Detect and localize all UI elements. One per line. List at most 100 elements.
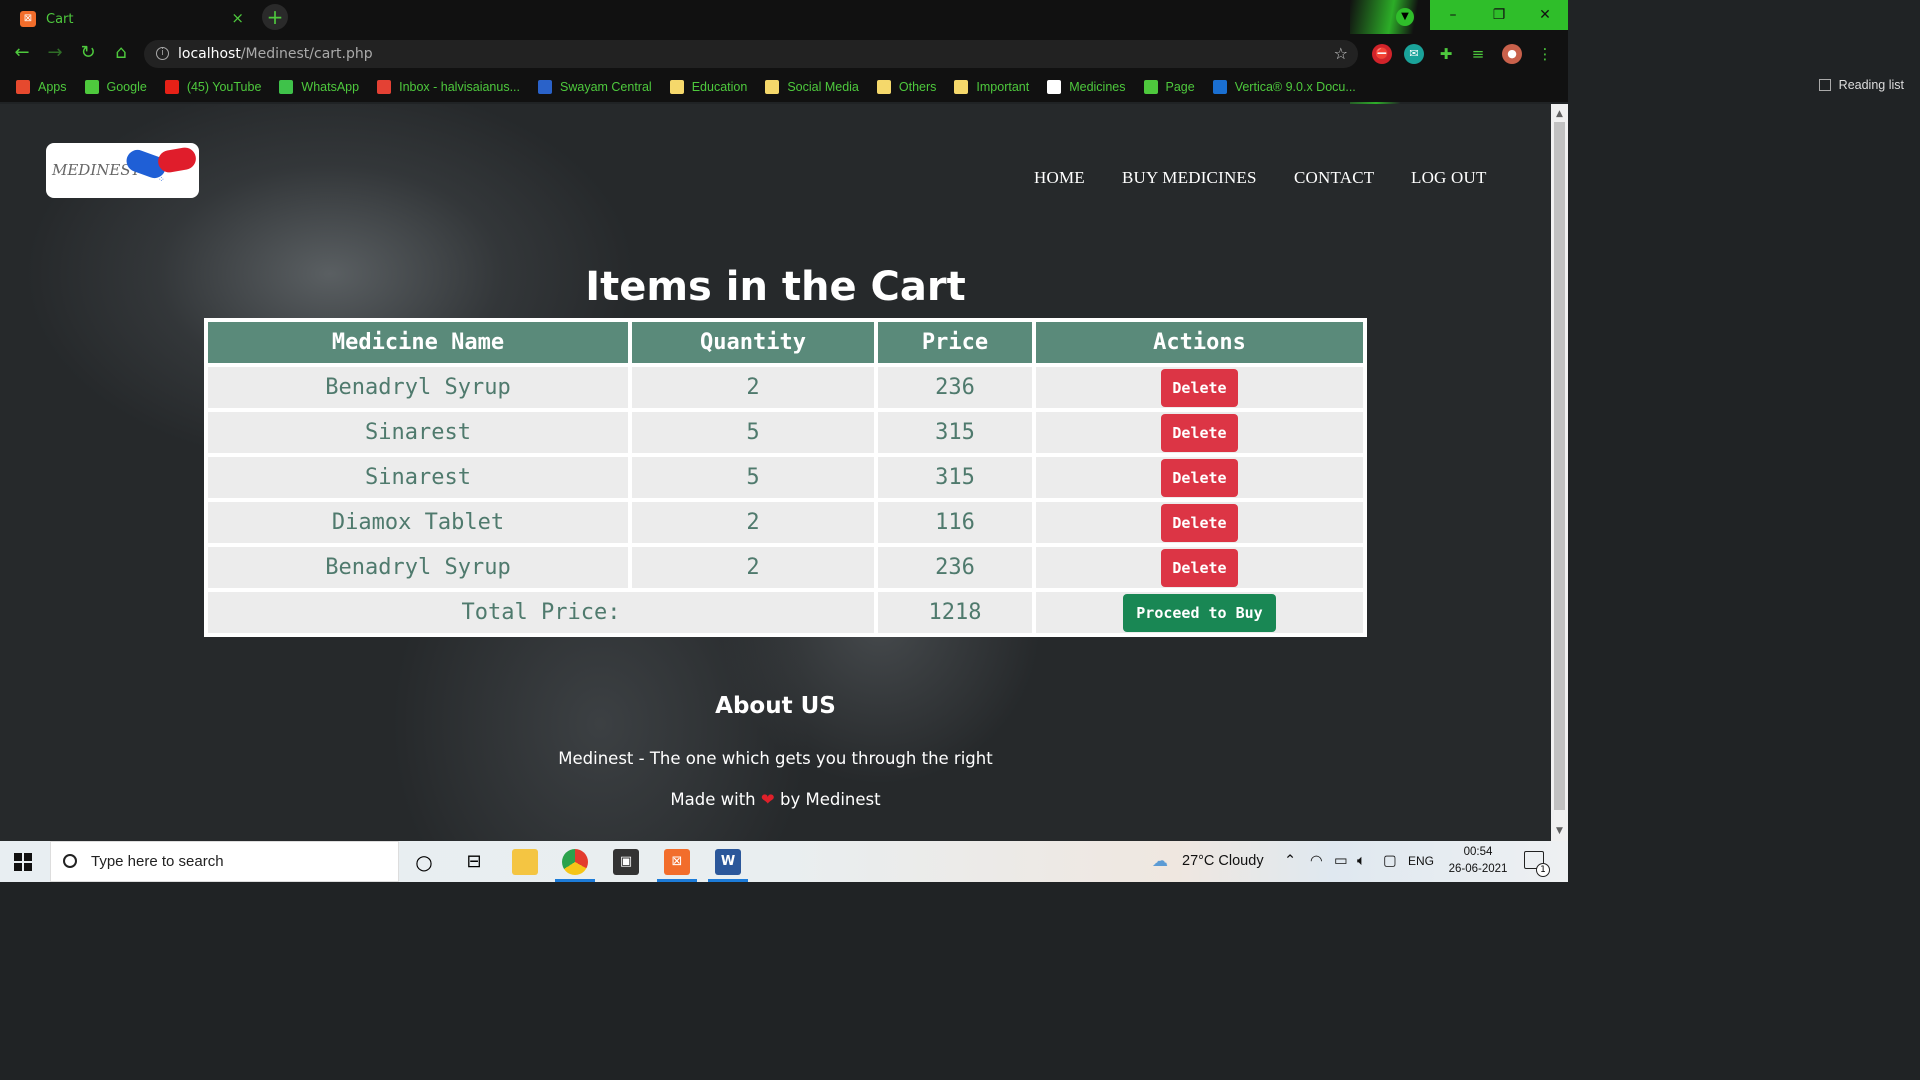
window-close-button[interactable]: ✕ (1522, 0, 1568, 30)
reading-list-button[interactable]: Reading list (1818, 78, 1904, 92)
site-info-icon[interactable]: i (156, 47, 169, 60)
scroll-down-arrow-icon[interactable]: ▼ (1551, 823, 1568, 839)
file-explorer-icon[interactable] (512, 849, 538, 875)
chrome-icon[interactable] (562, 849, 588, 875)
windows-start-icon[interactable] (14, 853, 32, 871)
table-row: Diamox Tablet 2 116 Delete (208, 502, 1363, 543)
home-icon[interactable]: ⌂ (110, 42, 132, 64)
window-minimize-button[interactable]: – (1430, 0, 1476, 30)
table-row: Sinarest 5 315 Delete (208, 457, 1363, 498)
clock-date: 26-06-2021 (1448, 863, 1508, 875)
bookmark-label: Important (976, 80, 1030, 94)
nav-contact[interactable]: CONTACT (1294, 168, 1374, 188)
bookmark-label: Others (898, 80, 937, 94)
word-icon[interactable]: W (715, 849, 741, 875)
bookmark-star-icon[interactable]: ☆ (1334, 40, 1348, 68)
bookmark-item[interactable]: Education (669, 80, 748, 94)
cell-quantity: 2 (632, 502, 874, 543)
cell-actions: Delete (1036, 502, 1363, 543)
forward-arrow-icon[interactable]: → (44, 42, 66, 64)
proceed-to-buy-button[interactable]: Proceed to Buy (1123, 593, 1276, 632)
cart-table: Medicine Name Quantity Price Actions Ben… (204, 318, 1367, 637)
bookmark-item[interactable]: Swayam Central (538, 80, 652, 94)
taskbar-search-box[interactable]: Type here to search (50, 841, 399, 882)
xampp-icon[interactable]: ⊠ (664, 849, 690, 875)
column-header-price: Price (878, 322, 1032, 363)
store-icon[interactable]: ▣ (613, 849, 639, 875)
delete-button[interactable]: Delete (1161, 413, 1238, 452)
page-scrollbar[interactable]: ▲ ▼ (1551, 104, 1568, 841)
cell-medicine-name: Sinarest (208, 412, 628, 453)
extensions-puzzle-icon[interactable]: ✚ (1436, 44, 1456, 64)
volume-icon[interactable]: 🔈︎ (1357, 841, 1366, 882)
delete-button[interactable]: Delete (1161, 458, 1238, 497)
cell-quantity: 2 (632, 367, 874, 408)
url-path: /Medinest/cart.php (240, 46, 373, 62)
task-view-icon[interactable]: ⊟ (461, 849, 487, 875)
cell-price: 236 (878, 547, 1032, 588)
cell-medicine-name: Sinarest (208, 457, 628, 498)
language-indicator[interactable]: ENG (1408, 841, 1434, 882)
img-icon (1047, 80, 1062, 94)
bookmark-item[interactable]: (45) YouTube (164, 80, 261, 94)
scroll-up-arrow-icon[interactable]: ▲ (1551, 106, 1568, 122)
taskbar-clock[interactable]: 00:54 26-06-2021 (1440, 844, 1516, 878)
window-restore-button[interactable]: ❐ (1476, 0, 1522, 30)
reading-list-label: Reading list (1838, 78, 1904, 92)
nav-home[interactable]: HOME (1034, 168, 1085, 188)
bookmark-item[interactable]: Important (954, 80, 1029, 94)
bookmark-item[interactable]: Google (84, 80, 147, 94)
nav-buy-medicines[interactable]: BUY MEDICINES (1122, 168, 1257, 188)
bookmark-item[interactable]: Inbox - halvisaianus... (377, 80, 520, 94)
new-tab-button[interactable]: + (262, 4, 288, 30)
search-placeholder: Type here to search (91, 853, 224, 870)
page-viewport: MEDINEST ⁘ HOME BUY MEDICINES CONTACT LO… (0, 104, 1551, 841)
bookmark-item[interactable]: WhatsApp (279, 80, 359, 94)
clock-time: 00:54 (1463, 846, 1493, 858)
adblock-extension-icon[interactable]: ⛔ (1372, 44, 1392, 64)
tray-overflow-chevron-icon[interactable]: ⌃ (1284, 841, 1296, 882)
cortana-icon[interactable]: ○ (411, 849, 437, 875)
bookmark-item[interactable]: Others (876, 80, 937, 94)
profile-avatar[interactable]: ● (1502, 44, 1522, 64)
delete-button[interactable]: Delete (1161, 503, 1238, 542)
bookmark-item[interactable]: Apps (16, 80, 67, 94)
cell-price: 236 (878, 367, 1032, 408)
swayam-icon (538, 80, 552, 94)
whatsapp-icon (279, 80, 294, 94)
bookmark-label: Education (691, 80, 748, 94)
logo-capsule-red (156, 145, 198, 175)
medinest-logo[interactable]: MEDINEST ⁘ (46, 143, 199, 198)
cell-quantity: 5 (632, 412, 874, 453)
browser-tab-cart[interactable]: ⊠ Cart × (10, 4, 254, 34)
bookmark-item[interactable]: Social Media (765, 80, 859, 94)
battery-icon[interactable]: ▭ (1334, 841, 1348, 882)
extension-download-icon[interactable]: ▼ (1396, 8, 1414, 26)
bookmark-label: Inbox - halvisaianus... (399, 80, 520, 94)
gmail-icon (377, 80, 392, 94)
wifi-icon[interactable]: ◠ (1310, 841, 1323, 882)
scrollbar-thumb[interactable] (1554, 122, 1565, 810)
about-us-heading: About US (715, 693, 836, 719)
reload-icon[interactable]: ↻ (77, 42, 99, 64)
page-title: Items in the Cart (585, 264, 966, 310)
address-bar[interactable]: i localhost/Medinest/cart.php ☆ (144, 40, 1358, 68)
delete-button[interactable]: Delete (1161, 548, 1238, 587)
bookmark-item[interactable]: Page (1143, 80, 1195, 94)
bookmark-label: Social Media (787, 80, 859, 94)
delete-button[interactable]: Delete (1161, 368, 1238, 407)
chat-extension-icon[interactable]: ✉ (1404, 44, 1424, 64)
cell-actions: Delete (1036, 547, 1363, 588)
weather-text[interactable]: 27°C Cloudy (1182, 841, 1264, 882)
bookmark-item[interactable]: Medicines (1047, 80, 1126, 94)
bookmark-label: WhatsApp (301, 80, 360, 94)
meet-now-icon[interactable]: ▢ (1383, 841, 1397, 882)
cell-actions: Delete (1036, 367, 1363, 408)
weather-cloud-icon[interactable]: ☁ (1152, 841, 1168, 882)
media-queue-icon[interactable]: ≡ (1468, 44, 1488, 64)
bookmark-item[interactable]: Vertica® 9.0.x Docu... (1212, 80, 1356, 94)
nav-log-out[interactable]: LOG OUT (1411, 168, 1487, 188)
browser-menu-icon[interactable]: ⋮ (1535, 44, 1555, 64)
back-arrow-icon[interactable]: ← (11, 42, 33, 64)
tab-close-icon[interactable]: × (231, 9, 244, 27)
